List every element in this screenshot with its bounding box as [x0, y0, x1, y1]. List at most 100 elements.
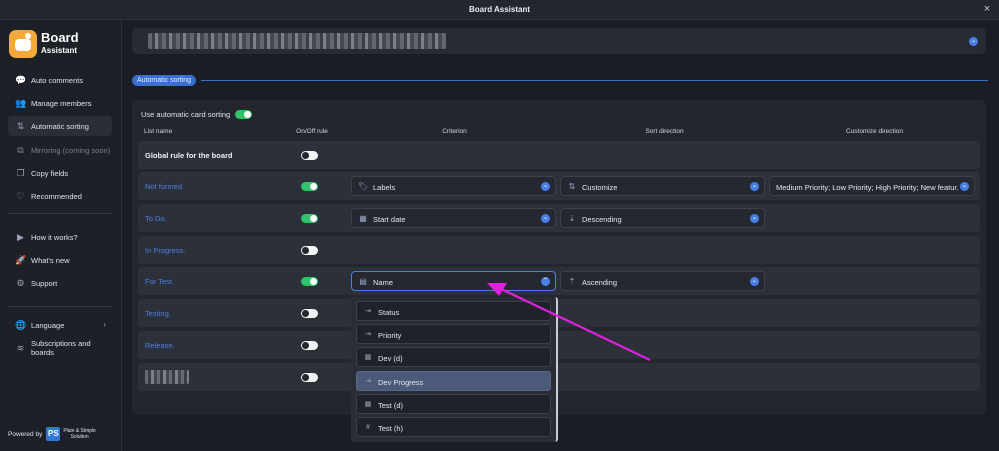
calendar-icon: ▦: [364, 354, 372, 361]
criterion-value: Name: [373, 278, 394, 287]
sidebar-item-language[interactable]: 🌐 Language ›: [8, 315, 112, 335]
sidebar-item-whats-new[interactable]: 🚀 What's new: [8, 250, 112, 270]
sort-icon: ⇅: [16, 120, 25, 131]
subscriptions-icon: ≋: [16, 342, 25, 353]
criterion-dropdown: ⇥ Status ⇥ Priority ▦ Dev (d) ⇥ Dev Prog…: [351, 297, 558, 442]
sidebar-item-how-it-works[interactable]: ▶ How it works?: [8, 227, 112, 247]
criterion-value: Labels: [373, 183, 396, 192]
dropdown-option-dev-d[interactable]: ▦ Dev (d): [356, 347, 551, 367]
rule-toggle[interactable]: [301, 182, 318, 191]
sidebar-item-label: Language: [31, 320, 65, 330]
sorting-panel: Use automatic card sorting List name On/…: [132, 100, 986, 415]
chevron-down-icon: ⌄: [750, 214, 759, 223]
use-automatic-sorting: Use automatic card sorting: [141, 107, 253, 121]
rule-toggle[interactable]: [301, 151, 318, 160]
sidebar-item-label: Automatic sorting: [31, 121, 89, 131]
rule-toggle[interactable]: [301, 373, 318, 382]
criterion-select[interactable]: ▤ Name ⌃: [351, 271, 556, 291]
list-name: For Test.: [145, 277, 175, 286]
rule-toggle[interactable]: [301, 214, 318, 223]
column-header-sort-direction: Sort direction: [645, 128, 684, 135]
rule-toggle[interactable]: [301, 341, 318, 350]
list-name: In Progress.: [145, 246, 186, 255]
chevron-up-icon: ⌃: [541, 277, 550, 286]
sidebar-item-automatic-sorting[interactable]: ⇅ Automatic sorting: [8, 116, 112, 136]
number-icon: #: [366, 424, 370, 431]
sidebar-item-label: Copy fields: [31, 168, 69, 178]
sort-direction-select[interactable]: ⇡ Ascending ⌄: [560, 271, 765, 291]
rule-toggle[interactable]: [301, 277, 318, 286]
sort-direction-value: Descending: [582, 215, 622, 224]
board-name-redacted: [148, 33, 446, 49]
section-title: Automatic sorting: [132, 75, 197, 86]
table-row: For Test. ▤ Name ⌃ ⇡ Ascending ⌄: [138, 267, 980, 295]
dropdown-option-priority[interactable]: ⇥ Priority: [356, 324, 551, 344]
criterion-select[interactable]: ▦ Start date ⌄: [351, 208, 556, 228]
label-icon: 🏷: [358, 182, 369, 191]
sort-direction-select[interactable]: ⇣ Descending ⌄: [560, 208, 765, 228]
sidebar-item-subscriptions[interactable]: ≋ Subscriptions and boards: [8, 337, 112, 359]
calendar-icon: ▦: [364, 401, 372, 408]
table-row: [138, 363, 980, 391]
dropdown-option-status[interactable]: ⇥ Status: [356, 301, 551, 321]
customize-direction-value: Medium Priority; Low Priority; High Prio…: [776, 183, 958, 192]
sidebar-item-mirroring: ⧉ Mirroring (coming soon): [8, 139, 112, 161]
board-selector[interactable]: ⌄: [132, 28, 986, 54]
customize-direction-select[interactable]: Medium Priority; Low Priority; High Prio…: [769, 176, 975, 196]
sidebar: Board Assistant 💬 Auto comments 👥 Manage…: [0, 20, 122, 451]
app-logo: Board Assistant: [9, 30, 109, 60]
option-label: Dev Progress: [378, 378, 424, 387]
option-label: Test (d): [378, 401, 404, 410]
partner-name-line2: Solution: [70, 434, 89, 440]
sort-direction-select[interactable]: ⇅ Customize ⌄: [560, 176, 765, 196]
sidebar-item-auto-comments[interactable]: 💬 Auto comments: [8, 70, 112, 90]
powered-by-text: Powered by: [8, 430, 43, 438]
table-row: In Progress.: [138, 236, 980, 264]
table-row: Testing.: [138, 299, 980, 327]
list-name: Not formed: [145, 182, 183, 191]
close-icon[interactable]: ×: [981, 3, 993, 15]
list-name: Global rule for the board: [145, 151, 233, 160]
chevron-down-icon: ⌄: [541, 182, 550, 191]
chat-icon: 💬: [15, 74, 27, 85]
dropdown-option-test-d[interactable]: ▦ Test (d): [356, 394, 551, 414]
field-icon: ⇥: [365, 378, 371, 385]
logo-text-board: Board: [41, 30, 79, 45]
sidebar-item-recommended[interactable]: ♡ Recommended: [8, 186, 112, 206]
criterion-select[interactable]: 🏷 Labels ⌄: [351, 176, 556, 196]
rule-toggle[interactable]: [301, 309, 318, 318]
table-row: To Do. ▦ Start date ⌄ ⇣ Descending ⌄: [138, 204, 980, 232]
rule-toggle[interactable]: [301, 246, 318, 255]
calendar-icon: ▦: [359, 214, 367, 223]
mirror-icon: ⧉: [17, 144, 24, 155]
dropdown-option-dev-progress[interactable]: ⇥ Dev Progress: [356, 371, 551, 391]
partner-logo-icon[interactable]: PS: [46, 427, 61, 441]
chevron-down-icon: ⌄: [750, 182, 759, 191]
section-divider: [201, 80, 988, 81]
column-header-on-off: On/Off rule: [296, 128, 328, 135]
sidebar-item-manage-members[interactable]: 👥 Manage members: [8, 93, 112, 113]
chevron-down-icon[interactable]: ⌄: [969, 37, 978, 46]
sidebar-divider: [8, 306, 112, 307]
sidebar-item-copy-fields[interactable]: ❐ Copy fields: [8, 163, 112, 183]
use-automatic-toggle[interactable]: [235, 109, 253, 119]
sort-direction-value: Ascending: [582, 278, 618, 287]
customize-sort-icon: ⇅: [568, 182, 576, 191]
criterion-value: Start date: [373, 215, 406, 224]
sidebar-item-support[interactable]: ⚙ Support: [8, 273, 112, 293]
chevron-right-icon: ›: [103, 320, 106, 329]
title-bar: Board Assistant ×: [0, 0, 999, 20]
text-field-icon: ▤: [359, 277, 367, 286]
list-name: Testing.: [145, 309, 171, 318]
list-name: To Do.: [145, 214, 167, 223]
option-label: Dev (d): [378, 354, 403, 363]
table-row: Not formed 🏷 Labels ⌄ ⇅ Customize ⌄ Medi…: [138, 172, 980, 200]
option-label: Priority: [378, 331, 402, 340]
field-icon: ⇥: [365, 331, 371, 338]
dropdown-option-test-h[interactable]: # Test (h): [356, 417, 551, 437]
sort-direction-value: Customize: [582, 183, 618, 192]
list-name: Release.: [145, 341, 175, 350]
chevron-down-icon: ⌄: [541, 214, 550, 223]
sidebar-item-label: Manage members: [31, 98, 92, 108]
sidebar-item-label: What's new: [31, 255, 70, 265]
